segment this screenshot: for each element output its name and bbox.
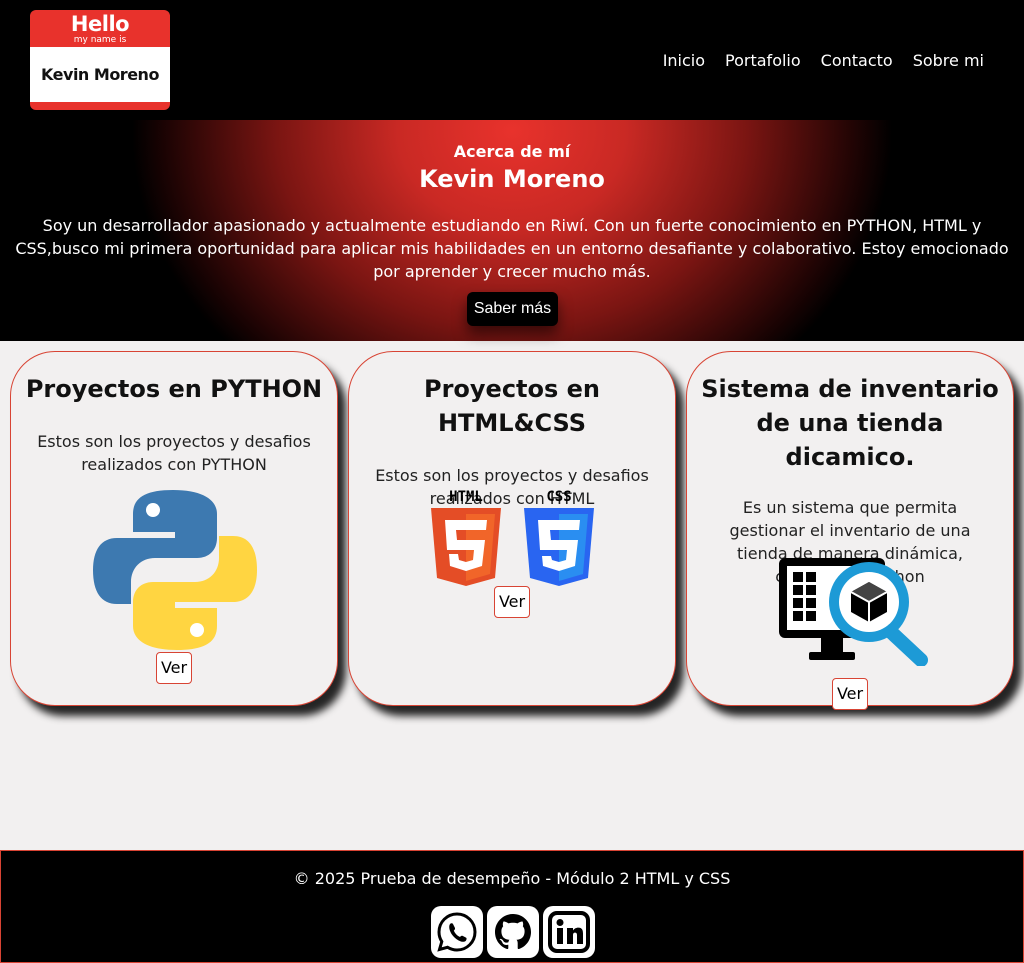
about-hero: Acerca de mí Kevin Moreno Soy un desarro… [0, 120, 1024, 341]
nav-link-sobre-mi[interactable]: Sobre mi [913, 50, 984, 72]
ver-button-inventory[interactable]: Ver [831, 678, 869, 710]
linkedin-icon[interactable] [543, 906, 595, 958]
ver-button-html-css[interactable]: Ver [493, 586, 531, 618]
whatsapp-icon[interactable] [431, 906, 483, 958]
main-nav: Inicio Portafolio Contacto Sobre mi [663, 50, 984, 72]
project-card-inventory: Sistema de inventario de una tienda dica… [686, 351, 1014, 710]
card-description: Estos son los proyectos y desafios reali… [37, 432, 311, 474]
card-title: Proyectos en PYTHON [25, 375, 323, 403]
logo-name-tag[interactable]: Hello my name is Kevin Moreno [30, 10, 170, 110]
html-badge-label: HTML [449, 489, 483, 505]
logo-my-name-is: my name is [73, 35, 127, 45]
inventory-search-icon [779, 556, 929, 670]
logo-hello: Hello [70, 12, 130, 36]
ver-button-python[interactable]: Ver [155, 652, 193, 684]
social-links [431, 906, 595, 958]
saber-mas-button[interactable]: Saber más [467, 292, 558, 326]
html5-css3-icon: HTML CSS [431, 488, 595, 590]
logo-top: Hello my name is [30, 10, 170, 46]
nav-link-contacto[interactable]: Contacto [821, 50, 893, 72]
card-title: Proyectos en HTML&CSS [423, 375, 601, 437]
hero-name: Kevin Moreno [419, 165, 605, 193]
project-card-html-css: Proyectos en HTML&CSS Estos son los proy… [348, 351, 676, 706]
css-badge-label: CSS [546, 489, 571, 505]
footer-copyright: © 2025 Prueba de desempeño - Módulo 2 HT… [293, 869, 731, 888]
card-title: Sistema de inventario de una tienda dica… [701, 375, 999, 471]
github-icon[interactable] [487, 906, 539, 958]
logo-name: Kevin Moreno [30, 47, 170, 102]
project-card-python: Proyectos en PYTHON Estos son los proyec… [10, 351, 338, 706]
nav-link-portafolio[interactable]: Portafolio [725, 50, 801, 72]
site-footer: © 2025 Prueba de desempeño - Módulo 2 HT… [0, 850, 1024, 963]
site-header: Hello my name is Kevin Moreno Inicio Por… [0, 0, 1024, 120]
python-logo-icon [93, 488, 257, 656]
hero-bio: Soy un desarrollador apasionado y actual… [15, 216, 1009, 281]
nav-link-inicio[interactable]: Inicio [663, 50, 705, 72]
hero-kicker: Acerca de mí [453, 142, 571, 161]
